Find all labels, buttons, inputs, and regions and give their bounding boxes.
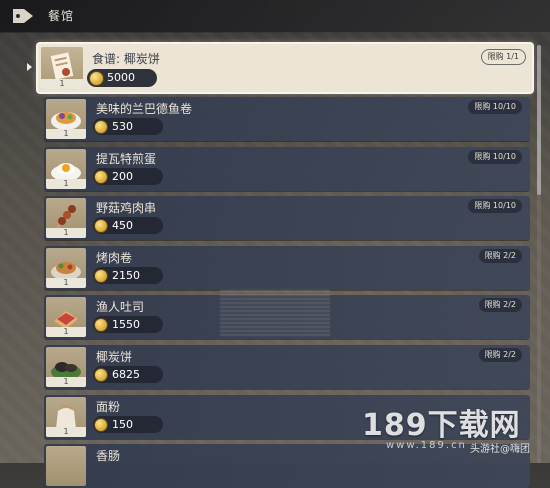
item-quantity: 1 <box>46 427 86 437</box>
item-name: 野菇鸡肉串 <box>96 201 157 215</box>
item-price: 450 <box>112 219 133 232</box>
shop-item-recipe[interactable]: 1 食谱: 椰炭饼 5000 限购 1/1 <box>38 44 532 92</box>
purchase-limit-badge: 限购 10/10 <box>468 150 522 164</box>
shop-item-fried-egg[interactable]: 1 提瓦特煎蛋 200 限购 10/10 <box>44 147 530 191</box>
purchase-limit-badge: 限购 2/2 <box>478 298 522 312</box>
mora-coin-icon <box>95 121 107 133</box>
item-price: 1550 <box>112 318 140 331</box>
item-name: 美味的兰巴德鱼卷 <box>96 102 193 116</box>
price-tag-icon <box>13 9 33 23</box>
shop-item-charcoal-cake[interactable]: 1 椰炭饼 6825 限购 2/2 <box>44 345 530 389</box>
mora-coin-icon <box>95 270 107 282</box>
item-name: 提瓦特煎蛋 <box>96 152 157 166</box>
recipe-scroll-icon: 1 <box>41 47 83 89</box>
item-price: 5000 <box>107 71 135 84</box>
shop-item-fish-roll[interactable]: 1 美味的兰巴德鱼卷 530 限购 10/10 <box>44 97 530 141</box>
shop-title: 餐馆 <box>48 9 75 23</box>
mora-coin-icon <box>90 72 103 85</box>
item-name: 烤肉卷 <box>96 251 133 265</box>
item-name: 渔人吐司 <box>96 300 145 314</box>
list-scrollbar[interactable] <box>537 45 541 463</box>
shop-header: 餐馆 <box>0 0 550 33</box>
mora-coin-icon <box>95 319 107 331</box>
mora-coin-icon <box>95 419 107 431</box>
mora-coin-icon <box>95 171 107 183</box>
item-price: 6825 <box>112 368 140 381</box>
purchase-limit-badge: 限购 10/10 <box>468 100 522 114</box>
item-quantity: 1 <box>41 79 83 89</box>
mora-coin-icon <box>95 220 107 232</box>
sausage-icon <box>46 446 86 486</box>
charcoal-cake-dish-icon: 1 <box>46 347 86 387</box>
toast-dish-icon: 1 <box>46 297 86 337</box>
scrollbar-thumb[interactable] <box>537 45 541 195</box>
flour-sack-icon: 1 <box>46 397 86 437</box>
item-price: 530 <box>112 120 133 133</box>
item-quantity: 1 <box>46 278 86 288</box>
purchase-limit-badge: 限购 2/2 <box>478 348 522 362</box>
purchase-limit-badge: 限购 10/10 <box>468 199 522 213</box>
item-quantity: 1 <box>46 129 86 139</box>
blurred-region <box>220 288 330 336</box>
source-watermark: 头游社@嗨团 <box>470 444 530 455</box>
purchase-limit-badge: 限购 1/1 <box>480 49 526 65</box>
item-price: 2150 <box>112 269 140 282</box>
item-quantity: 1 <box>46 179 86 189</box>
item-quantity: 1 <box>46 228 86 238</box>
purchase-limit-badge: 限购 2/2 <box>478 249 522 263</box>
item-quantity: 1 <box>46 377 86 387</box>
mora-coin-icon <box>95 369 107 381</box>
site-watermark: 189下载网 <box>362 408 521 443</box>
item-name: 食谱: 椰炭饼 <box>92 52 160 66</box>
meat-roll-dish-icon: 1 <box>46 248 86 288</box>
item-name: 香肠 <box>96 449 121 463</box>
item-name: 椰炭饼 <box>96 350 133 364</box>
item-price: 200 <box>112 170 133 183</box>
shop-item-meat-roll[interactable]: 1 烤肉卷 2150 限购 2/2 <box>44 246 530 290</box>
item-name: 面粉 <box>96 400 121 414</box>
fish-roll-dish-icon: 1 <box>46 99 86 139</box>
site-watermark-url: www.189.cn <box>386 440 467 451</box>
fried-egg-dish-icon: 1 <box>46 149 86 189</box>
selected-indicator-arrow <box>27 63 32 71</box>
skewer-dish-icon: 1 <box>46 198 86 238</box>
shop-item-skewer[interactable]: 1 野菇鸡肉串 450 限购 10/10 <box>44 196 530 240</box>
item-price: 150 <box>112 418 133 431</box>
item-quantity: 1 <box>46 327 86 337</box>
